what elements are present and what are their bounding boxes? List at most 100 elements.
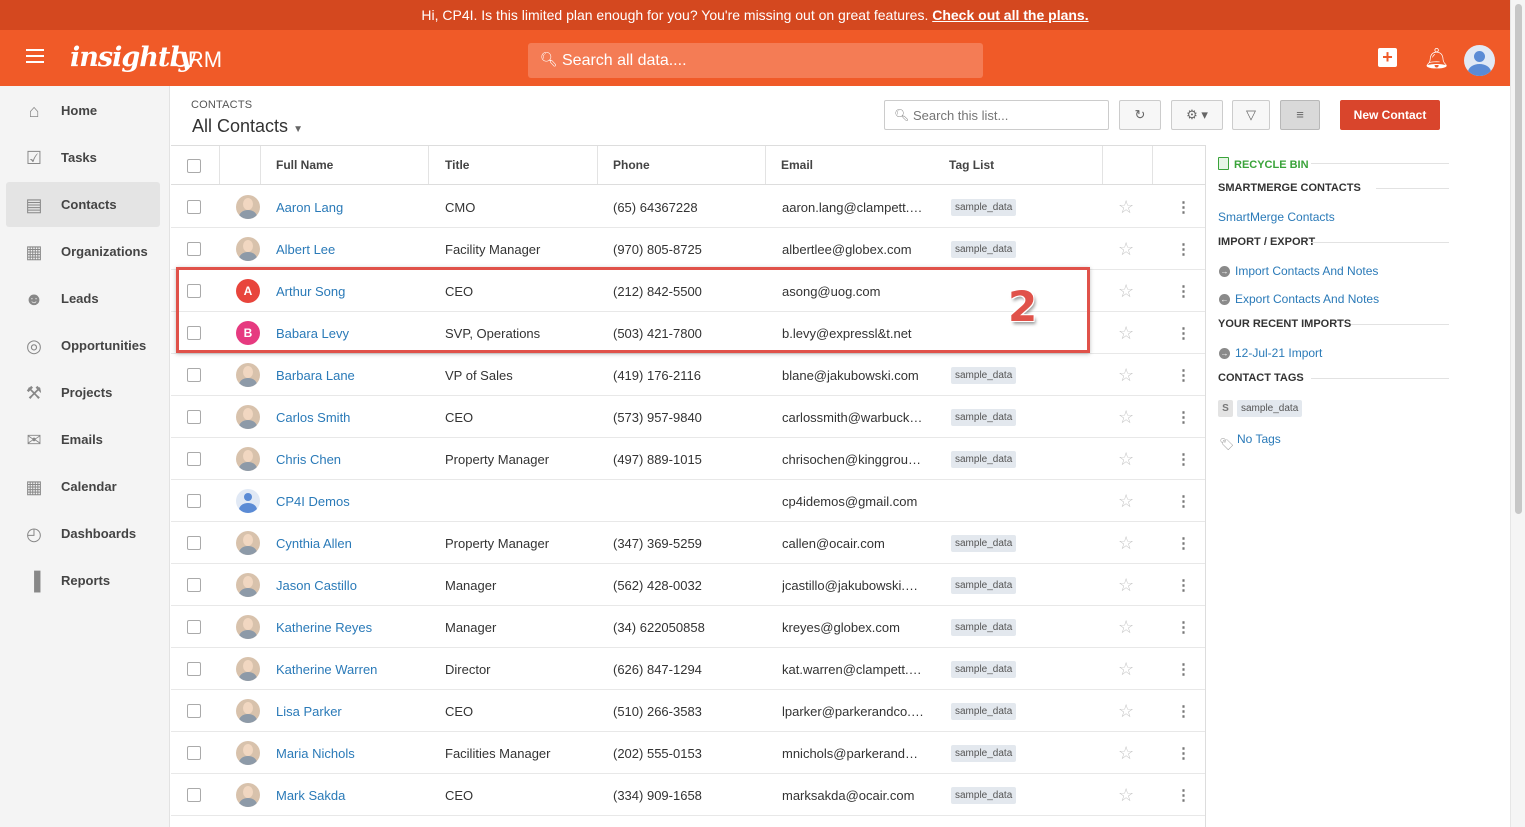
star-icon[interactable]: ☆ [1118,197,1134,218]
sidebar-item-organizations[interactable]: ▦ Organizations [6,229,160,274]
star-icon[interactable]: ☆ [1118,533,1134,554]
contact-name-link[interactable]: CP4I Demos [276,494,350,509]
list-search-input[interactable] [913,101,1103,129]
row-checkbox[interactable] [187,494,201,508]
tag-chip[interactable]: sample_data [951,577,1017,594]
more-actions-icon[interactable]: ⋮ [1176,240,1191,258]
row-checkbox[interactable] [187,200,201,214]
row-checkbox[interactable] [187,536,201,550]
table-row[interactable]: Katherine Reyes Manager (34) 622050858 krey… [171,606,1205,648]
more-actions-icon[interactable]: ⋮ [1176,786,1191,804]
row-checkbox[interactable] [187,452,201,466]
sidebar-item-emails[interactable]: ✉ Emails [6,417,160,462]
tag-chip-sample-data[interactable]: sample_data [1237,400,1303,417]
table-row[interactable]: Albert Lee Facility Manager (970) 805-8725… [171,228,1205,270]
contact-name-link[interactable]: Maria Nichols [276,746,355,761]
view-selector[interactable]: All Contacts ▼ [192,116,303,137]
row-checkbox[interactable] [187,746,201,760]
table-row[interactable]: CP4I Demos cp4idemos@gmail.com ☆ ⋮ [171,480,1205,522]
more-actions-icon[interactable]: ⋮ [1176,618,1191,636]
row-checkbox[interactable] [187,368,201,382]
tag-chip[interactable]: sample_data [951,409,1017,426]
more-actions-icon[interactable]: ⋮ [1176,324,1191,342]
tag-chip[interactable]: sample_data [951,367,1017,384]
table-row[interactable]: Mark Sakda CEO (334) 909-1658 marksakda@oca… [171,774,1205,816]
tag-chip[interactable]: sample_data [951,619,1017,636]
tag-chip[interactable]: sample_data [951,451,1017,468]
add-icon[interactable]: + [1378,48,1397,67]
row-checkbox[interactable] [187,704,201,718]
contact-name-link[interactable]: Mark Sakda [276,788,345,803]
star-icon[interactable]: ☆ [1118,785,1134,806]
page-scrollbar[interactable] [1510,0,1525,827]
column-email[interactable]: Email [781,158,813,172]
row-checkbox[interactable] [187,788,201,802]
refresh-button[interactable]: ↻ [1119,100,1161,130]
more-actions-icon[interactable]: ⋮ [1176,282,1191,300]
row-checkbox[interactable] [187,284,201,298]
star-icon[interactable]: ☆ [1118,365,1134,386]
export-contacts-link[interactable]: Export Contacts And Notes [1235,292,1379,306]
more-actions-icon[interactable]: ⋮ [1176,450,1191,468]
star-icon[interactable]: ☆ [1118,701,1134,722]
new-contact-button[interactable]: New Contact [1340,100,1440,130]
star-icon[interactable]: ☆ [1118,617,1134,638]
contact-name-link[interactable]: Cynthia Allen [276,536,352,551]
sidebar-item-leads[interactable]: ☻ Leads [6,276,160,321]
list-search[interactable]: 🔍︎ [884,100,1109,130]
table-row[interactable]: Katherine Warren Director (626) 847-1294 ka… [171,648,1205,690]
star-icon[interactable]: ☆ [1118,659,1134,680]
contact-name-link[interactable]: Barbara Lane [276,368,355,383]
bell-icon[interactable]: 🔔︎ [1424,46,1449,71]
more-actions-icon[interactable]: ⋮ [1176,198,1191,216]
row-checkbox[interactable] [187,662,201,676]
sidebar-item-opportunities[interactable]: ◎ Opportunities [6,323,160,368]
table-row[interactable]: B Babara Levy SVP, Operations (503) 421-780… [171,312,1205,354]
star-icon[interactable]: ☆ [1118,743,1134,764]
contact-name-link[interactable]: Katherine Reyes [276,620,372,635]
tag-chip[interactable]: sample_data [951,199,1017,216]
tag-chip[interactable]: sample_data [951,703,1017,720]
table-row[interactable]: Chris Chen Property Manager (497) 889-1015… [171,438,1205,480]
plans-link[interactable]: Check out all the plans. [932,7,1088,23]
select-all-checkbox[interactable] [187,159,201,173]
star-icon[interactable]: ☆ [1118,575,1134,596]
contact-name-link[interactable]: Katherine Warren [276,662,377,677]
star-icon[interactable]: ☆ [1118,407,1134,428]
table-row[interactable]: Jason Castillo Manager (562) 428-0032 jcast… [171,564,1205,606]
global-search-input[interactable] [562,43,962,78]
row-checkbox[interactable] [187,620,201,634]
more-actions-icon[interactable]: ⋮ [1176,660,1191,678]
no-tags-link[interactable]: No Tags [1237,432,1281,446]
more-actions-icon[interactable]: ⋮ [1176,576,1191,594]
column-title[interactable]: Title [445,158,469,172]
star-icon[interactable]: ☆ [1118,281,1134,302]
contact-name-link[interactable]: Chris Chen [276,452,341,467]
row-checkbox[interactable] [187,578,201,592]
more-actions-icon[interactable]: ⋮ [1176,492,1191,510]
more-actions-icon[interactable]: ⋮ [1176,366,1191,384]
sidebar-item-tasks[interactable]: ☑ Tasks [6,135,160,180]
sidebar-toggle-button[interactable]: ≡ [1280,100,1320,130]
star-icon[interactable]: ☆ [1118,323,1134,344]
settings-button[interactable]: ⚙ ▾ [1171,100,1223,130]
more-actions-icon[interactable]: ⋮ [1176,702,1191,720]
sidebar-item-reports[interactable]: ▐ Reports [6,558,160,603]
table-row[interactable]: Carlos Smith CEO (573) 957-9840 carlossmith… [171,396,1205,438]
smartmerge-link[interactable]: SmartMerge Contacts [1218,210,1335,224]
tag-chip[interactable]: sample_data [951,745,1017,762]
tag-chip[interactable]: sample_data [951,787,1017,804]
more-actions-icon[interactable]: ⋮ [1176,534,1191,552]
table-row[interactable]: Barbara Lane VP of Sales (419) 176-2116 bla… [171,354,1205,396]
contact-name-link[interactable]: Babara Levy [276,326,349,341]
sidebar-item-home[interactable]: ⌂ Home [6,88,160,133]
more-actions-icon[interactable]: ⋮ [1176,408,1191,426]
tag-chip[interactable]: sample_data [951,661,1017,678]
global-search[interactable]: 🔍︎ [528,43,983,78]
table-row[interactable]: A Arthur Song CEO (212) 842-5500 asong@uog.c… [171,270,1205,312]
sidebar-item-calendar[interactable]: ▦ Calendar [6,464,160,509]
tag-chip[interactable]: sample_data [951,241,1017,258]
star-icon[interactable]: ☆ [1118,239,1134,260]
user-avatar[interactable] [1464,45,1495,76]
column-full-name[interactable]: Full Name [276,158,333,172]
